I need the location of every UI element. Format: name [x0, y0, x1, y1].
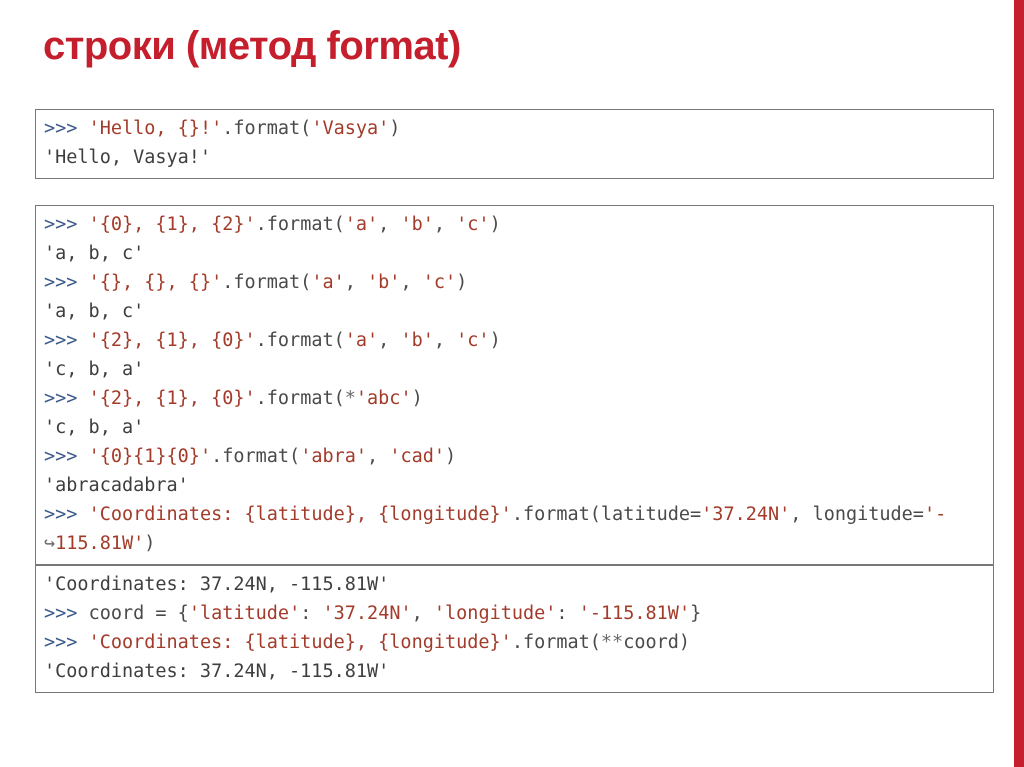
- string-literal: 'cad': [389, 446, 445, 467]
- prompt: >>>: [44, 388, 89, 409]
- code-text: ): [490, 330, 501, 351]
- output-line: 'Hello, Vasya!': [44, 147, 211, 168]
- operator: **: [601, 632, 623, 653]
- code-text: .format(latitude=: [512, 504, 701, 525]
- prompt: >>>: [44, 632, 89, 653]
- output-line: 'a, b, c': [44, 243, 144, 264]
- string-literal: '-: [924, 504, 946, 525]
- code-block-3: 'Coordinates: 37.24N, -115.81W' >>> coor…: [35, 565, 994, 693]
- output-line: 'abracadabra': [44, 475, 189, 496]
- code-text: :: [556, 603, 578, 624]
- code-text: ,: [412, 603, 434, 624]
- prompt: >>>: [44, 330, 89, 351]
- code-text: ,: [400, 272, 422, 293]
- string-literal: 'b': [400, 214, 433, 235]
- code-text: .format(: [256, 330, 345, 351]
- side-accent: [1014, 0, 1024, 767]
- prompt: >>>: [44, 272, 89, 293]
- code-text: ,: [434, 330, 456, 351]
- string-literal: 'longitude': [434, 603, 557, 624]
- output-line: 'c, b, a': [44, 417, 144, 438]
- code-block-1: >>> 'Hello, {}!'.format('Vasya') 'Hello,…: [35, 109, 994, 179]
- string-literal: '37.24N': [323, 603, 412, 624]
- prompt: >>>: [44, 118, 89, 139]
- operator: *: [345, 388, 356, 409]
- string-literal: '-115.81W': [579, 603, 690, 624]
- code-text: ,: [434, 214, 456, 235]
- string-literal: 'a': [311, 272, 344, 293]
- code-text: .format(: [256, 214, 345, 235]
- string-literal: 'c': [456, 214, 489, 235]
- output-line: 'c, b, a': [44, 359, 144, 380]
- identifier: coord: [623, 632, 679, 653]
- code-text: .format(: [222, 272, 311, 293]
- string-literal: 'b': [400, 330, 433, 351]
- code-text: ,: [378, 214, 400, 235]
- prompt: >>>: [44, 214, 89, 235]
- string-literal: '37.24N': [701, 504, 790, 525]
- string-literal: 'Hello, {}!': [89, 118, 223, 139]
- string-literal: 'Vasya': [311, 118, 389, 139]
- string-literal: 'b': [367, 272, 400, 293]
- code-text: , longitude=: [790, 504, 924, 525]
- output-line: 'Coordinates: 37.24N, -115.81W': [44, 574, 389, 595]
- identifier: coord: [89, 603, 145, 624]
- string-literal: '{2}, {1}, {0}': [89, 388, 256, 409]
- code-text: ,: [378, 330, 400, 351]
- prompt: >>>: [44, 603, 89, 624]
- continuation-icon: ↪: [44, 533, 55, 554]
- output-line: 'Coordinates: 37.24N, -115.81W': [44, 661, 389, 682]
- string-literal: '{}, {}, {}': [89, 272, 223, 293]
- code-text: ): [490, 214, 501, 235]
- string-literal: 'c': [456, 330, 489, 351]
- string-literal: 'abra': [300, 446, 367, 467]
- code-text: }: [690, 603, 701, 624]
- code-text: .format(: [211, 446, 300, 467]
- code-text: :: [300, 603, 322, 624]
- code-text: ): [144, 533, 155, 554]
- string-literal: 'Coordinates: {latitude}, {longitude}': [89, 504, 512, 525]
- code-text: ,: [345, 272, 367, 293]
- string-literal: 'a': [345, 214, 378, 235]
- string-literal: 'c': [423, 272, 456, 293]
- slide-title: строки (метод format): [43, 24, 994, 69]
- string-literal: '{2}, {1}, {0}': [89, 330, 256, 351]
- code-text: ): [389, 118, 400, 139]
- string-literal: '{0}{1}{0}': [89, 446, 212, 467]
- code-text: ,: [367, 446, 389, 467]
- code-text: .format(: [256, 388, 345, 409]
- string-literal: '{0}, {1}, {2}': [89, 214, 256, 235]
- code-text: ): [456, 272, 467, 293]
- string-literal: 'latitude': [189, 603, 300, 624]
- code-text: ): [445, 446, 456, 467]
- code-text: = {: [144, 603, 189, 624]
- string-literal: 'Coordinates: {latitude}, {longitude}': [89, 632, 512, 653]
- code-text: ): [412, 388, 423, 409]
- code-text: ): [679, 632, 690, 653]
- string-literal: 'abc': [356, 388, 412, 409]
- code-text: .format(: [512, 632, 601, 653]
- string-literal: 115.81W': [55, 533, 144, 554]
- code-text: .format(: [222, 118, 311, 139]
- code-block-2: >>> '{0}, {1}, {2}'.format('a', 'b', 'c'…: [35, 205, 994, 565]
- output-line: 'a, b, c': [44, 301, 144, 322]
- prompt: >>>: [44, 504, 89, 525]
- string-literal: 'a': [345, 330, 378, 351]
- prompt: >>>: [44, 446, 89, 467]
